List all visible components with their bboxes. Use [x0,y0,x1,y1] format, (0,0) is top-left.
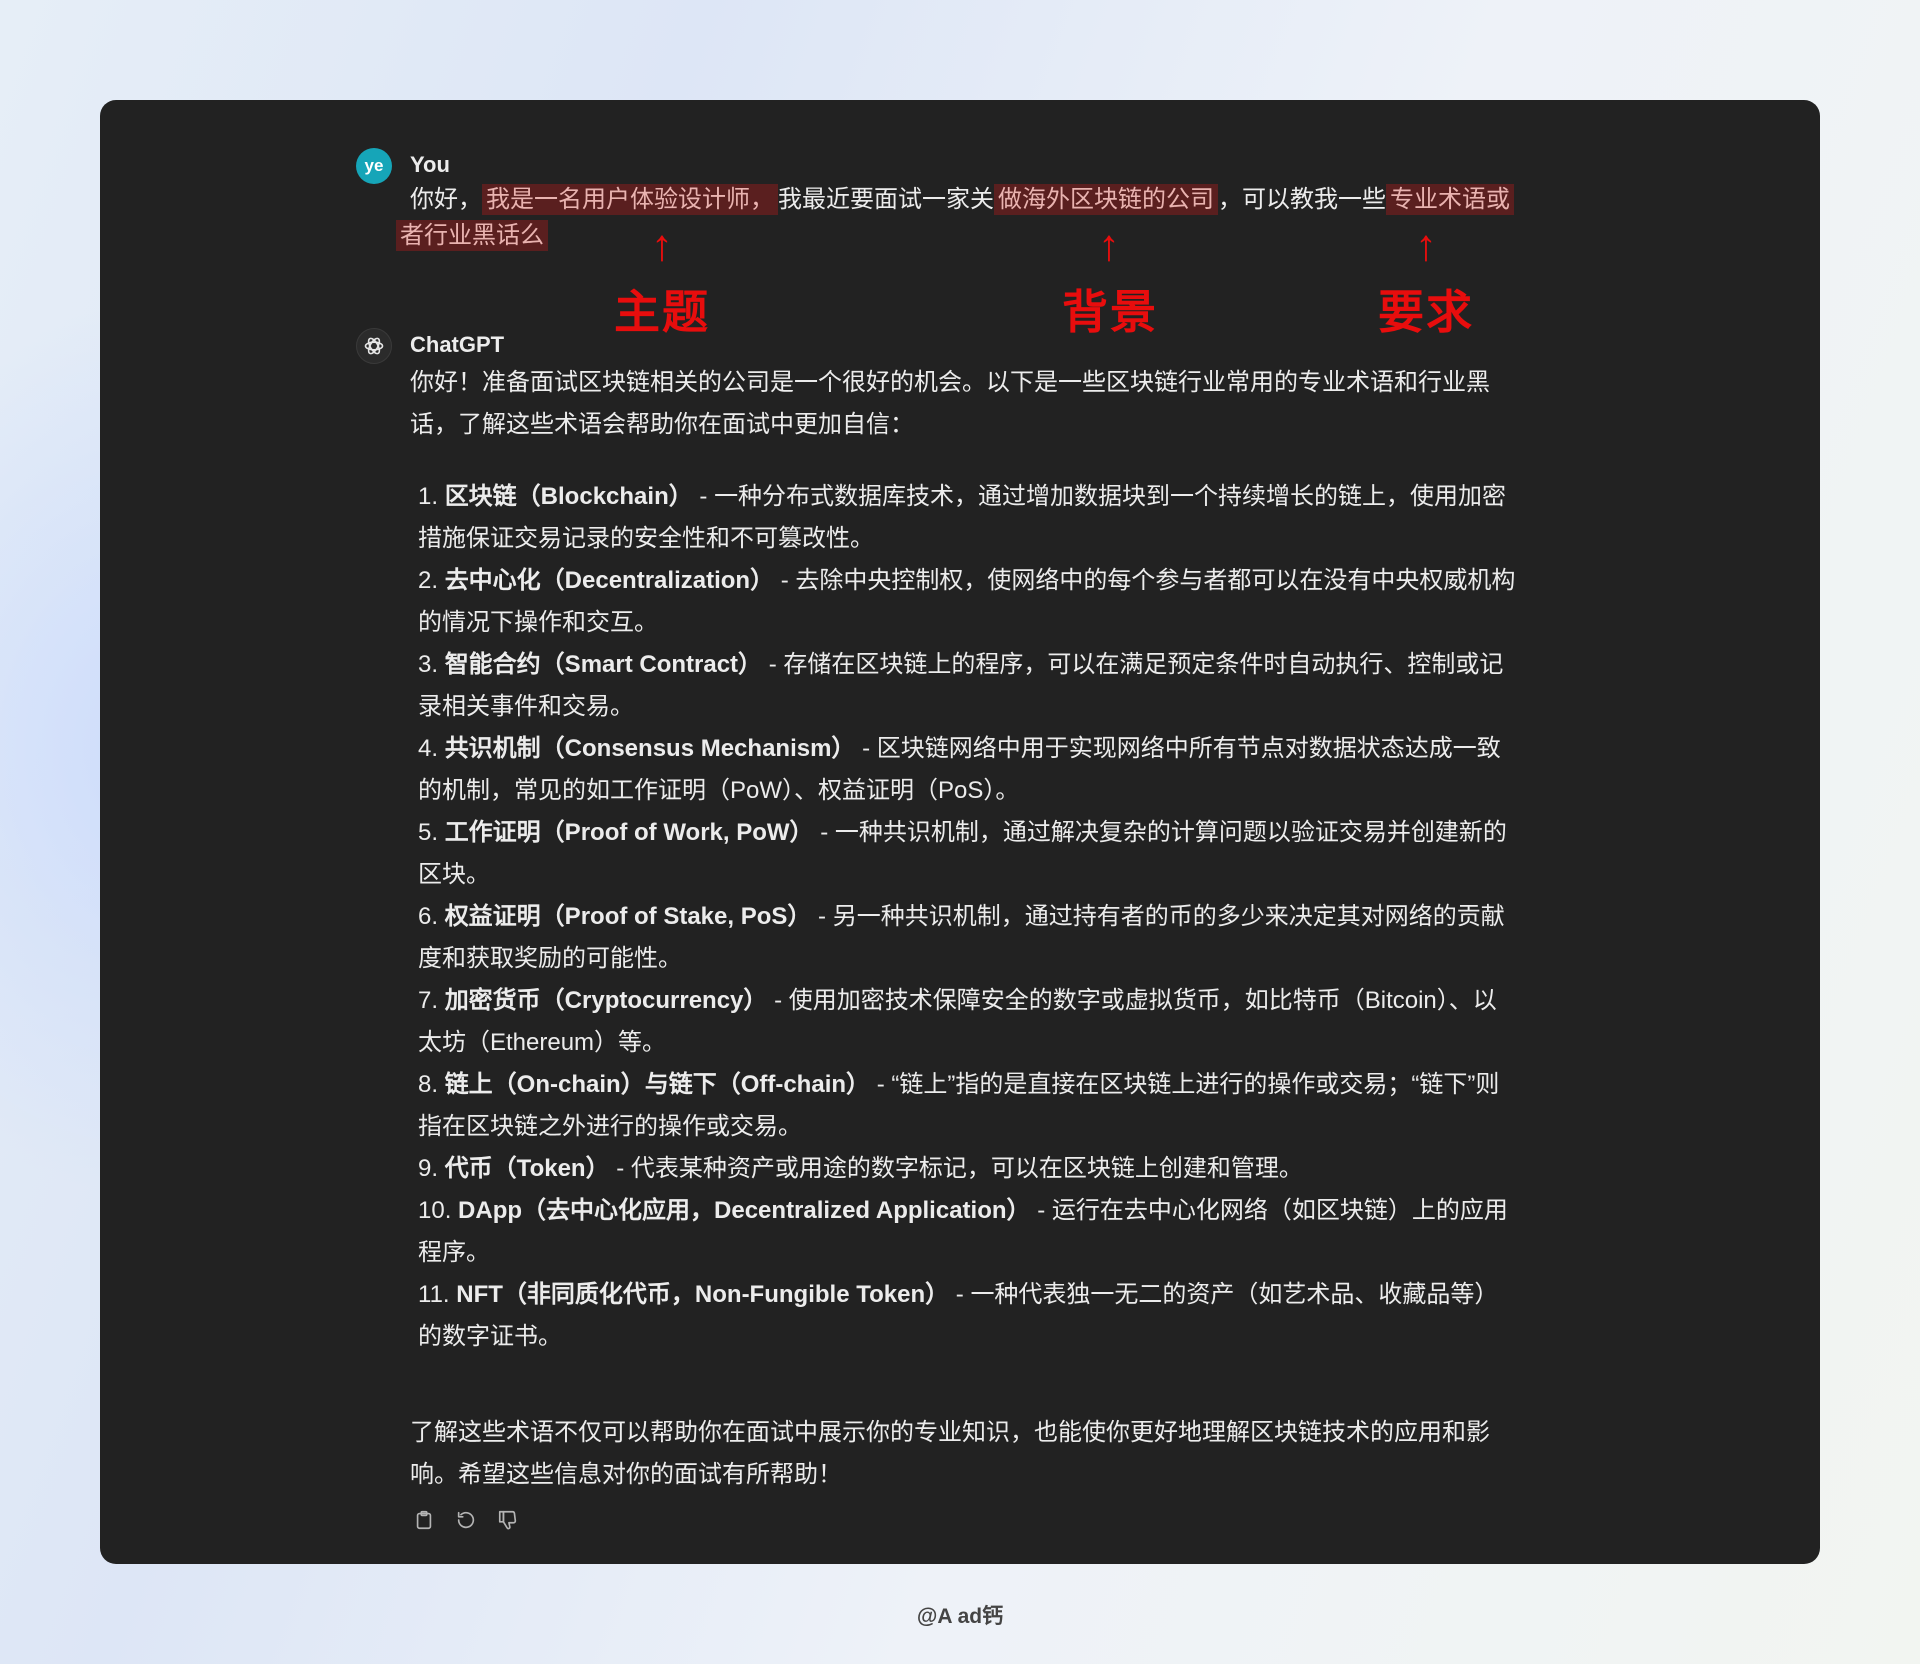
copy-icon [416,1510,432,1530]
term-item: 8. 链上（On-chain）与链下（Off-chain） - “链上”指的是直… [418,1064,1518,1148]
highlight-background: 做海外区块链的公司 [994,184,1218,215]
terms-list: 1. 区块链（Blockchain） - 一种分布式数据库技术，通过增加数据块到… [418,476,1518,1358]
copy-button[interactable] [412,1508,436,1532]
highlight-topic: 我是一名用户体验设计师， [482,184,778,215]
term-item: 2. 去中心化（Decentralization） - 去除中央控制权，使网络中… [418,560,1518,644]
chat-window: ye You 你好， 我是一名用户体验设计师， 我最近要面试一家关 做海外区块链的公司… [100,100,1820,1564]
user-text-part: 你好， [410,186,482,213]
term-number: 5. [418,819,439,846]
term-title: 工作证明（Proof of Work, PoW） [444,819,814,846]
annotation-topic: 主题 [614,286,710,338]
term-number: 9. [418,1155,439,1182]
thumbs-down-button[interactable] [496,1508,520,1532]
term-item: 10. DApp（去中心化应用，Decentralized Applicatio… [418,1190,1518,1274]
footer-credit: @A ad钙 [916,1605,1004,1628]
term-title: 权益证明（Proof of Stake, PoS） [444,903,812,930]
term-item: 6. 权益证明（Proof of Stake, PoS） - 另一种共识机制，通… [418,896,1518,980]
message-actions [412,1508,520,1532]
annotation-requirement: 要求 [1378,286,1474,338]
term-item: 1. 区块链（Blockchain） - 一种分布式数据库技术，通过增加数据块到… [418,476,1518,560]
term-title: 链上（On-chain）与链下（Off-chain） [444,1071,871,1098]
term-item: 5. 工作证明（Proof of Work, PoW） - 一种共识机制，通过解… [418,812,1518,896]
thumbs-down-icon [498,1510,517,1530]
user-message-text: 你好， 我是一名用户体验设计师， 我最近要面试一家关 做海外区块链的公司 ，可以教我一些… [396,182,1520,254]
annotation-arrow-background: ↑ [1098,221,1120,270]
regenerate-button[interactable] [454,1508,478,1532]
term-number: 4. [418,735,439,762]
term-title: 区块链（Blockchain） [444,483,693,510]
term-item: 9. 代币（Token） - 代表某种资产或用途的数字标记，可以在区块链上创建和… [418,1148,1518,1190]
term-number: 7. [418,987,439,1014]
term-number: 3. [418,651,439,678]
term-number: 2. [418,567,439,594]
highlight-requirement: 专业术语或 [1386,184,1514,215]
annotation-background: 背景 [1062,286,1158,338]
term-number: 6. [418,903,439,930]
term-title: DApp（去中心化应用，Decentralized Application） [458,1197,1031,1224]
assistant-outro: 了解这些术语不仅可以帮助你在面试中展示你的专业知识，也能使你更好地理解区块链技术… [410,1419,1490,1488]
term-title: 加密货币（Cryptocurrency） [444,987,768,1014]
assistant-name: ChatGPT [410,332,505,357]
term-title: 智能合约（Smart Contract） [444,651,763,678]
user-avatar: ye [356,148,392,184]
term-description: - 代表某种资产或用途的数字标记，可以在区块链上创建和管理。 [609,1155,1303,1182]
term-number: 8. [418,1071,439,1098]
annotation-arrow-requirement: ↑ [1415,221,1437,270]
regenerate-icon [457,1511,475,1529]
assistant-intro: 你好！准备面试区块链相关的公司是一个很好的机会。以下是一些区块链行业常用的专业术… [410,369,1490,438]
term-item: 4. 共识机制（Consensus Mechanism） - 区块链网络中用于实… [418,728,1518,812]
user-text-part: ，可以教我一些 [1218,186,1386,213]
highlight-requirement-cont: 者行业黑话么 [396,220,548,251]
term-title: 去中心化（Decentralization） [444,567,775,594]
annotation-arrow-topic: ↑ [651,221,673,270]
term-number: 1. [418,483,439,510]
openai-logo-icon [364,337,384,355]
user-avatar-initials: ye [364,156,384,175]
term-number: 11. [418,1281,450,1308]
user-name: You [410,152,450,177]
term-title: NFT（非同质化代币，Non-Fungible Token） [456,1281,950,1308]
term-number: 10. [418,1197,452,1224]
user-text-part: 我最近要面试一家关 [778,186,994,213]
term-title: 代币（Token） [444,1155,610,1182]
term-item: 3. 智能合约（Smart Contract） - 存储在区块链上的程序，可以在… [418,644,1518,728]
term-item: 7. 加密货币（Cryptocurrency） - 使用加密技术保障安全的数字或… [418,980,1518,1064]
term-title: 共识机制（Consensus Mechanism） [444,735,856,762]
term-item: 11. NFT（非同质化代币，Non-Fungible Token） - 一种代… [418,1274,1518,1358]
chatgpt-avatar [356,328,392,364]
